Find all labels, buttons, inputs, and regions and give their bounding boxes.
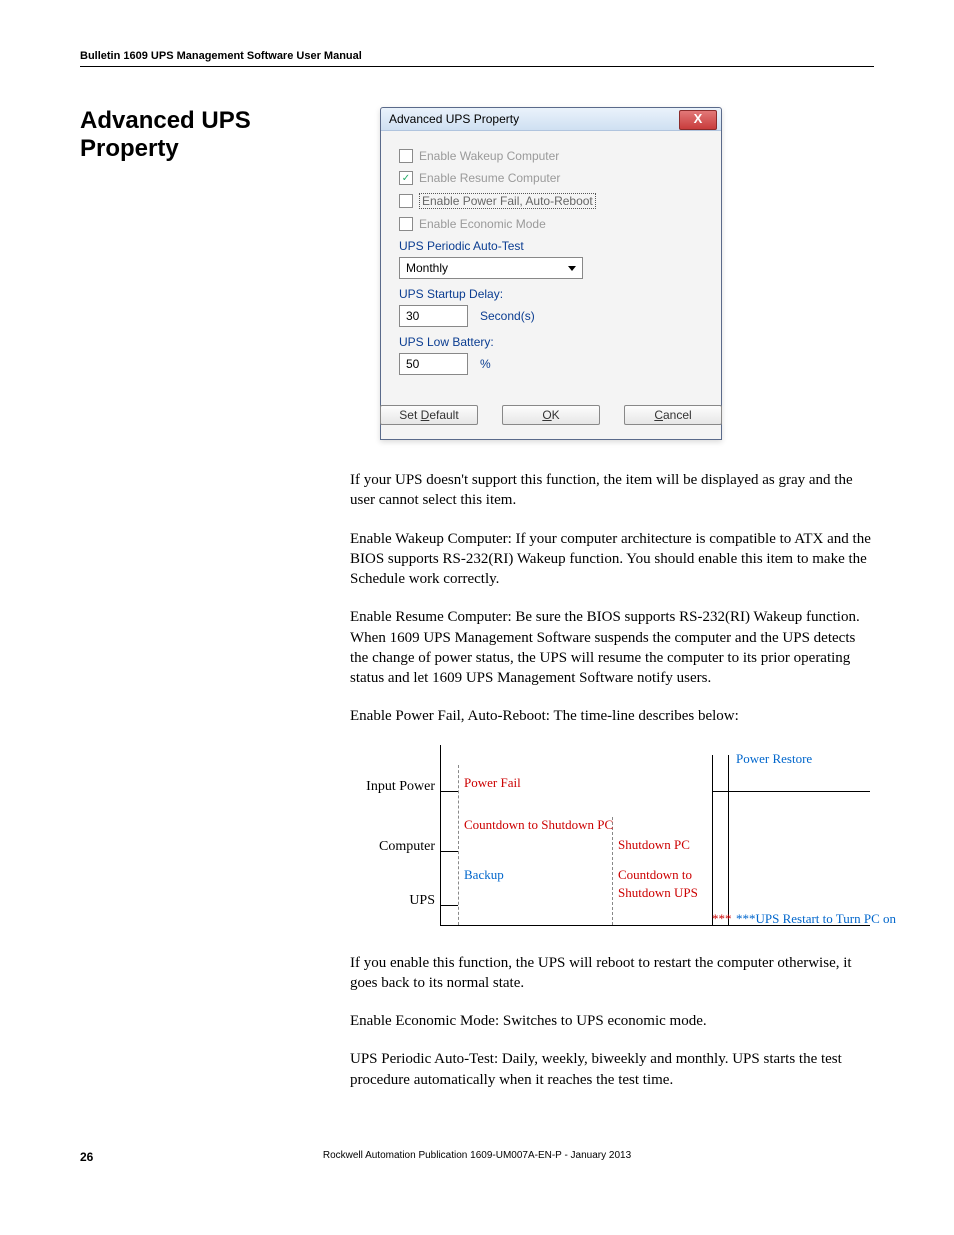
body-paragraph: Enable Resume Computer: Be sure the BIOS…	[350, 607, 874, 688]
label-startup-delay: UPS Startup Delay:	[399, 287, 703, 301]
checkbox-resume[interactable]: ✓ Enable Resume Computer	[399, 171, 703, 185]
combo-autotest[interactable]: Monthly	[399, 257, 583, 279]
page-number: 26	[80, 1150, 93, 1164]
body-paragraph: UPS Periodic Auto-Test: Daily, weekly, b…	[350, 1049, 874, 1090]
checkbox-label: Enable Economic Mode	[419, 217, 546, 231]
timeline-diagram: Input Power Computer UPS	[350, 745, 874, 935]
timeline-row-input: Input Power	[350, 779, 435, 795]
section-title: Advanced UPS Property	[80, 107, 340, 163]
input-startup-delay[interactable]: 30	[399, 305, 468, 327]
tl-shutdown-ups: Shutdown UPS	[618, 885, 698, 901]
checkbox-economic[interactable]: Enable Economic Mode	[399, 217, 703, 231]
advanced-ups-dialog: Advanced UPS Property X Enable Wakeup Co…	[380, 107, 722, 440]
tl-shutdown-pc: Shutdown PC	[618, 837, 690, 853]
body-paragraph: Enable Economic Mode: Switches to UPS ec…	[350, 1011, 874, 1031]
close-button[interactable]: X	[679, 110, 717, 130]
page-footer: 26 Rockwell Automation Publication 1609-…	[80, 1150, 874, 1161]
body-paragraph: If your UPS doesn't support this functio…	[350, 470, 874, 511]
checkbox-powerfail[interactable]: Enable Power Fail, Auto-Reboot	[399, 193, 703, 209]
body-paragraph: If you enable this function, the UPS wil…	[350, 953, 874, 994]
checkbox-wakeup[interactable]: Enable Wakeup Computer	[399, 149, 703, 163]
tl-backup: Backup	[464, 867, 504, 883]
cancel-button[interactable]: Cancel	[624, 405, 722, 425]
unit-seconds: Second(s)	[480, 309, 535, 323]
body-paragraph: Enable Power Fail, Auto-Reboot: The time…	[350, 706, 874, 726]
checkbox-label: Enable Wakeup Computer	[419, 149, 559, 163]
unit-percent: %	[480, 357, 491, 371]
body-paragraph: Enable Wakeup Computer: If your computer…	[350, 529, 874, 590]
tl-stars: ***	[712, 911, 732, 927]
input-low-battery[interactable]: 50	[399, 353, 468, 375]
tl-countdown-pc: Countdown to Shutdown PC	[464, 817, 613, 833]
tl-power-fail: Power Fail	[464, 775, 521, 791]
publication-line: Rockwell Automation Publication 1609-UM0…	[323, 1150, 631, 1161]
chevron-down-icon	[568, 266, 576, 271]
label-low-battery: UPS Low Battery:	[399, 335, 703, 349]
timeline-row-computer: Computer	[350, 839, 435, 855]
checkbox-icon	[399, 217, 413, 231]
ok-button[interactable]: OK	[502, 405, 600, 425]
set-default-button[interactable]: Set Default	[380, 405, 478, 425]
combo-value: Monthly	[406, 261, 448, 275]
checkbox-icon	[399, 149, 413, 163]
tl-power-restore: Power Restore	[736, 751, 812, 767]
dialog-titlebar: Advanced UPS Property X	[381, 108, 721, 131]
label-autotest: UPS Periodic Auto-Test	[399, 239, 703, 253]
checkbox-label: Enable Power Fail, Auto-Reboot	[419, 193, 596, 209]
timeline-row-ups: UPS	[350, 893, 435, 909]
checkbox-label: Enable Resume Computer	[419, 171, 560, 185]
checkbox-icon	[399, 194, 413, 208]
tl-restart-note: ***UPS Restart to Turn PC on	[736, 911, 896, 927]
checkbox-icon: ✓	[399, 171, 413, 185]
tl-countdown-to: Countdown to	[618, 867, 692, 883]
dialog-title: Advanced UPS Property	[389, 112, 519, 126]
running-header: Bulletin 1609 UPS Management Software Us…	[80, 50, 874, 67]
